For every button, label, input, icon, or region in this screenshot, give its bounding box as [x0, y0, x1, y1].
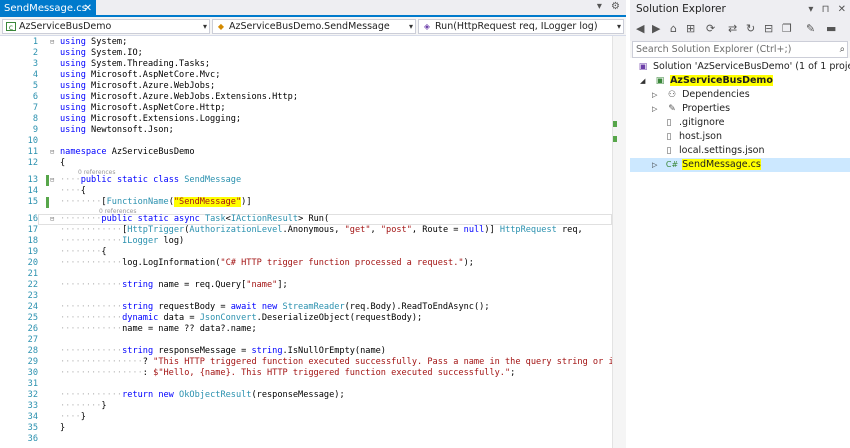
- method-icon: ◈: [423, 22, 431, 31]
- tree-project[interactable]: ◢ ▣ AzServiceBusDemo: [640, 74, 773, 88]
- expanded-icon: ◢: [640, 77, 646, 85]
- pin-icon[interactable]: ⊓: [822, 4, 830, 15]
- project-dropdown[interactable]: c AzServiceBusDemo ▾: [2, 19, 210, 34]
- json-file-icon: ▯: [666, 132, 672, 142]
- switch-views-icon[interactable]: ⊞: [686, 22, 695, 35]
- back-icon[interactable]: ◀: [636, 22, 644, 35]
- tree-properties[interactable]: ▷ ✎ Properties: [652, 102, 730, 116]
- collapsed-icon: ▷: [652, 161, 658, 169]
- solution-explorer-search[interactable]: Search Solution Explorer (Ctrl+;) ⌕: [632, 41, 848, 58]
- solution-icon: ▣: [638, 62, 648, 72]
- csharp-project-icon: c: [6, 22, 16, 32]
- json-file-icon: ▯: [666, 146, 672, 156]
- tree-gitignore[interactable]: ▯ .gitignore: [662, 116, 725, 130]
- collapsed-icon: ▷: [652, 105, 658, 113]
- refresh-icon[interactable]: ↻: [746, 22, 755, 35]
- collapsed-icon: ▷: [652, 91, 658, 99]
- chevron-down-icon: ▾: [408, 22, 413, 31]
- tree-sendmessage[interactable]: ▷ C# SendMessage.cs: [652, 158, 761, 172]
- close-icon[interactable]: ✕: [84, 0, 92, 17]
- member-dropdown[interactable]: ◈ Run(HttpRequest req, ILogger log) ▾: [418, 19, 624, 34]
- dependencies-icon: ⚇: [667, 90, 677, 100]
- sync-icon[interactable]: ⇄: [728, 22, 737, 35]
- gear-icon[interactable]: ⚙: [611, 1, 620, 12]
- chevron-down-icon[interactable]: ▾: [808, 4, 813, 15]
- tree-dependencies[interactable]: ▷ ⚇ Dependencies: [652, 88, 750, 102]
- home-icon[interactable]: ⌂: [670, 22, 677, 35]
- forward-icon[interactable]: ▶: [652, 22, 660, 35]
- class-icon: ◆: [217, 22, 225, 31]
- solution-explorer-toolbar: ◀ ▶ ⌂ ⊞ ⟳ ⇄ ↻ ⊟ ❐ ✎ ▬: [630, 19, 850, 41]
- collapse-all-icon[interactable]: ⊟: [764, 22, 773, 35]
- code-area[interactable]: 1 ⊟ using System; 2 using System.IO; 3 using…: [0, 36, 612, 448]
- chevron-down-icon: ▾: [616, 22, 621, 31]
- csharp-project-icon: ▣: [655, 76, 665, 86]
- chevron-down-icon[interactable]: ▾: [597, 1, 602, 12]
- code-editor: SendMessage.cs ✕ ▾ ⚙ c AzServiceBusDemo …: [0, 0, 626, 448]
- solution-tree: ▣ Solution 'AzServiceBusDemo' (1 of 1 pr…: [630, 58, 850, 448]
- file-icon: ▯: [666, 118, 672, 128]
- preview-icon[interactable]: ▬: [826, 22, 836, 35]
- class-dropdown[interactable]: ◆ AzServiceBusDemo.SendMessage ▾: [212, 19, 416, 34]
- show-all-files-icon[interactable]: ❐: [782, 22, 792, 35]
- navigation-bar: c AzServiceBusDemo ▾ ◆ AzServiceBusDemo.…: [0, 17, 626, 36]
- history-icon[interactable]: ⟳: [706, 22, 715, 35]
- solution-explorer-panel: Solution Explorer ▾ ⊓ ✕ ◀ ▶ ⌂ ⊞ ⟳ ⇄ ↻ ⊟ …: [630, 0, 850, 448]
- solution-explorer-title: Solution Explorer ▾ ⊓ ✕: [630, 0, 850, 19]
- document-tab-strip: SendMessage.cs ✕ ▾ ⚙: [0, 0, 626, 17]
- tab-label: SendMessage.cs: [4, 3, 87, 14]
- tree-host-json[interactable]: ▯ host.json: [662, 130, 722, 144]
- tree-local-settings[interactable]: ▯ local.settings.json: [662, 144, 765, 158]
- search-icon: ⌕: [839, 44, 845, 55]
- tab-sendmessage[interactable]: SendMessage.cs ✕: [0, 0, 96, 17]
- tree-solution[interactable]: ▣ Solution 'AzServiceBusDemo' (1 of 1 pr…: [636, 60, 850, 74]
- csharp-file-icon: C#: [665, 160, 679, 169]
- wrench-icon[interactable]: ✎: [806, 22, 815, 35]
- wrench-icon: ✎: [668, 104, 676, 114]
- vertical-scrollbar[interactable]: [612, 36, 626, 448]
- close-icon[interactable]: ✕: [838, 4, 846, 15]
- chevron-down-icon: ▾: [202, 22, 207, 31]
